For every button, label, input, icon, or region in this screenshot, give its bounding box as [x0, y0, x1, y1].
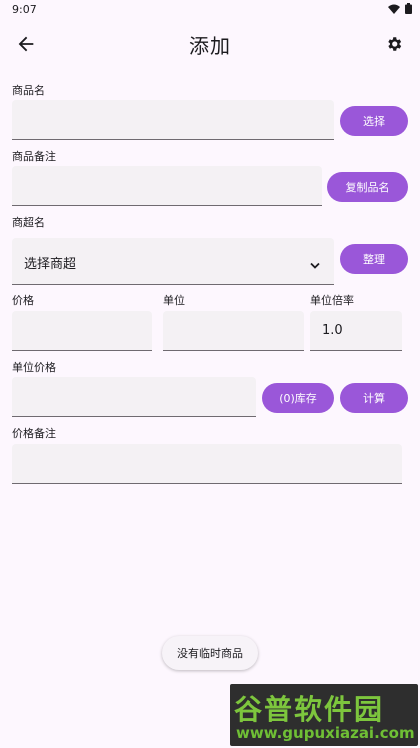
- watermark-url: www.gupuxiazai.com: [236, 724, 415, 742]
- copy-name-button[interactable]: 复制品名: [327, 172, 408, 202]
- status-icons: [388, 3, 412, 14]
- supermarket-dropdown[interactable]: 选择商超: [12, 238, 334, 285]
- select-button[interactable]: 选择: [340, 106, 408, 136]
- battery-icon: [405, 3, 412, 14]
- unit-multiplier-input[interactable]: 1.0: [310, 311, 402, 351]
- product-name-label: 商品名: [12, 84, 45, 97]
- wifi-icon: [388, 4, 400, 14]
- price-label: 价格: [12, 294, 34, 307]
- unit-label: 单位: [163, 294, 185, 307]
- chevron-down-icon: [310, 262, 320, 269]
- price-input[interactable]: [12, 311, 152, 351]
- watermark-brand: 谷普软件园: [234, 693, 385, 726]
- unit-multiplier-label: 单位倍率: [310, 294, 354, 307]
- status-time: 9:07: [12, 3, 37, 16]
- stock-button[interactable]: (0)库存: [262, 383, 334, 413]
- product-note-input[interactable]: [12, 166, 322, 206]
- unit-input[interactable]: [163, 311, 304, 351]
- status-bar: 9:07: [0, 0, 420, 20]
- unit-price-input[interactable]: [12, 377, 256, 417]
- price-note-label: 价格备注: [12, 427, 56, 440]
- temp-products-chip[interactable]: 没有临时商品: [162, 636, 258, 670]
- product-note-label: 商品备注: [12, 150, 56, 163]
- watermark-logo: 谷普软件园 www.gupuxiazai.com: [230, 684, 418, 746]
- gear-icon: [388, 37, 402, 51]
- price-note-input[interactable]: [12, 444, 402, 484]
- unit-multiplier-value: 1.0: [322, 323, 343, 338]
- organize-button[interactable]: 整理: [340, 244, 408, 274]
- app-bar: 添加: [0, 20, 420, 68]
- unit-price-label: 单位价格: [12, 361, 56, 374]
- product-name-input[interactable]: [12, 100, 334, 140]
- supermarket-selected: 选择商超: [24, 257, 77, 272]
- page-title: 添加: [189, 34, 231, 58]
- settings-button[interactable]: [382, 32, 406, 56]
- supermarket-label: 商超名: [12, 216, 45, 229]
- calculate-button[interactable]: 计算: [340, 383, 408, 413]
